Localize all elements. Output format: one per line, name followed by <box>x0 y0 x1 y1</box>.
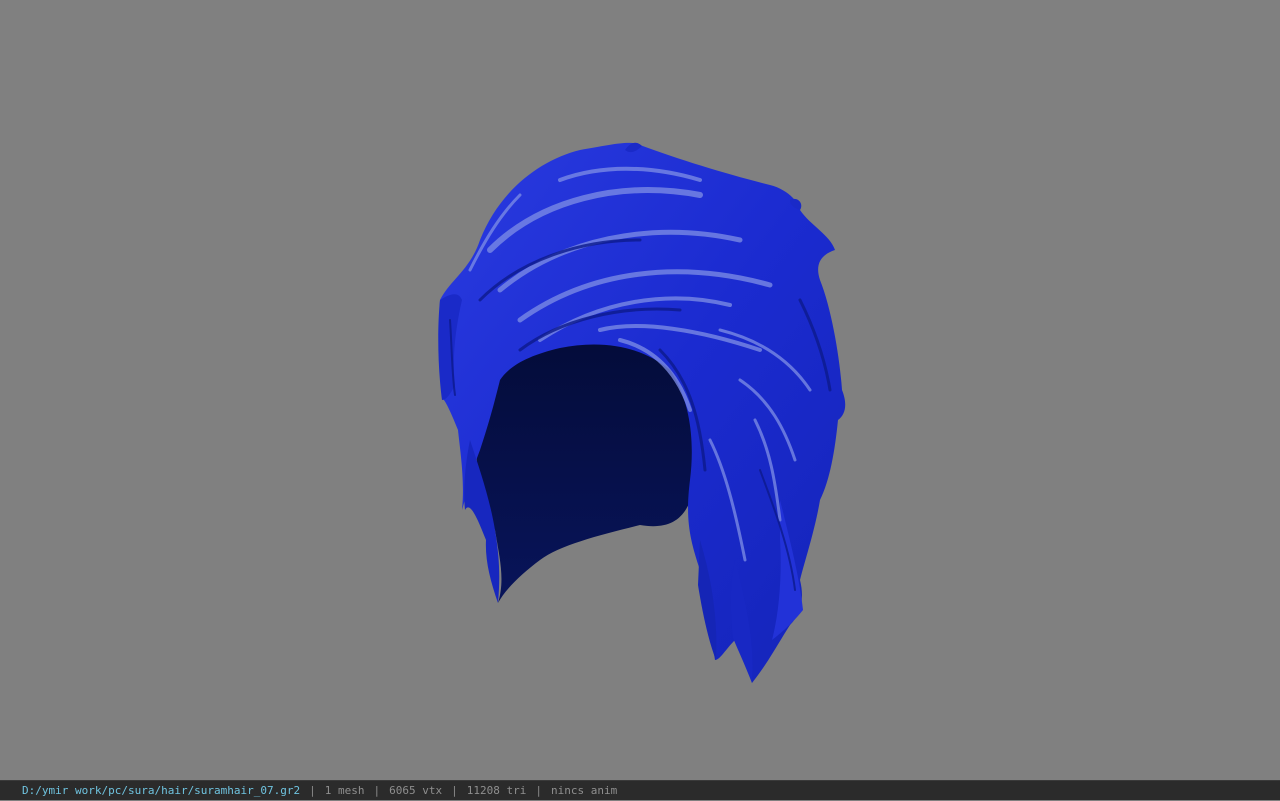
file-path: D:/ymir work/pc/sura/hair/suramhair_07.g… <box>22 783 301 797</box>
triangle-count: 11208 tri <box>466 783 527 797</box>
separator: | <box>373 783 381 797</box>
vertex-count: 6065 vtx <box>389 783 443 797</box>
3d-viewport[interactable] <box>0 0 1280 780</box>
separator: | <box>451 783 458 797</box>
anim-status: nincs anim <box>551 783 618 797</box>
hair-model[interactable] <box>0 0 1280 780</box>
separator: | <box>309 783 316 797</box>
mesh-count: 1 mesh <box>324 783 365 797</box>
status-bar: D:/ymir work/pc/sura/hair/suramhair_07.g… <box>0 780 1280 800</box>
separator: | <box>535 783 542 797</box>
